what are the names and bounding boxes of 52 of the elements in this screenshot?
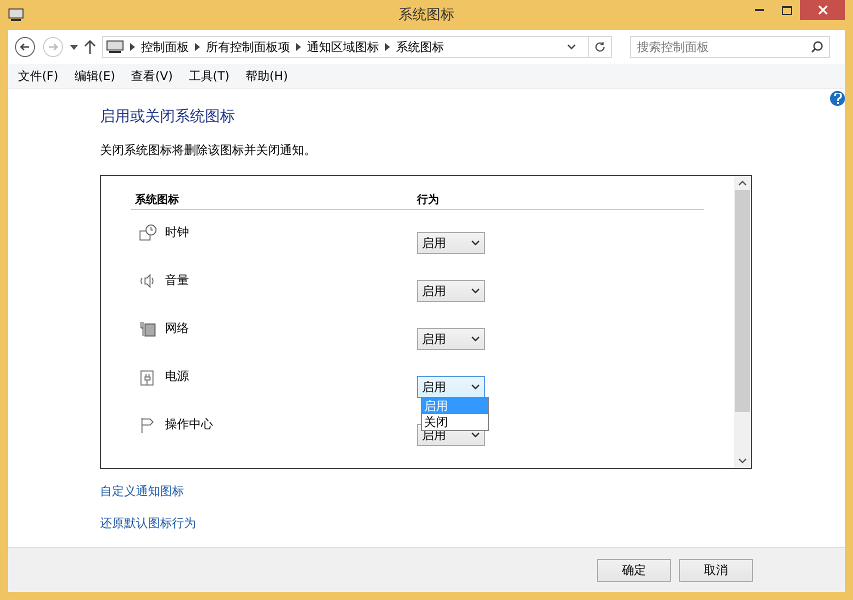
- network-icon: [139, 320, 157, 338]
- menu-item[interactable]: 帮助(H): [238, 68, 296, 84]
- column-header: 行为: [417, 192, 439, 207]
- chevron-icon: [471, 288, 480, 294]
- search-icon: [811, 41, 823, 53]
- link[interactable]: 还原默认图标行为: [100, 515, 845, 532]
- breadcrumb-item[interactable]: 控制面板: [141, 38, 189, 56]
- chevron-right-icon: [385, 43, 390, 51]
- menu-item[interactable]: 工具(T): [180, 68, 238, 84]
- icon-name: 时钟: [165, 224, 189, 241]
- help-icon[interactable]: [830, 91, 845, 106]
- computer-icon: [106, 40, 124, 54]
- chevron-icon: [471, 384, 480, 390]
- clock-icon: [139, 224, 157, 242]
- behavior-dropdown[interactable]: 启用: [417, 280, 485, 302]
- up-button[interactable]: [84, 40, 96, 54]
- menu-item[interactable]: 编辑(E): [66, 68, 124, 84]
- refresh-icon: [594, 41, 606, 53]
- search-field[interactable]: 搜索控制面板: [630, 36, 830, 58]
- chevron-right-icon: [195, 43, 200, 51]
- column-header: 系统图标: [135, 192, 180, 207]
- dialog-button[interactable]: 取消: [679, 558, 753, 582]
- close-button[interactable]: [800, 0, 845, 20]
- menu-item[interactable]: 查看(V): [123, 68, 181, 84]
- chevron-icon: [471, 336, 480, 342]
- breadcrumb-item[interactable]: 系统图标: [396, 38, 444, 56]
- icon-name: 电源: [165, 368, 189, 385]
- breadcrumb-item[interactable]: 所有控制面板项: [206, 38, 290, 56]
- icon-name: 操作中心: [165, 416, 213, 433]
- chevron-icon: [471, 240, 480, 246]
- maximize-icon: [782, 6, 792, 14]
- back-button[interactable]: [14, 36, 36, 58]
- description-text: 关闭系统图标将删除该图标并关闭通知。: [100, 142, 317, 159]
- behavior-dropdown[interactable]: 启用: [417, 376, 485, 398]
- behavior-dropdown[interactable]: 启用: [417, 328, 485, 350]
- page-heading: 启用或关闭系统图标: [100, 107, 236, 126]
- icon-name: 网络: [165, 320, 189, 337]
- breadcrumb-item[interactable]: 通知区域图标: [307, 38, 379, 56]
- link[interactable]: 自定义通知图标: [100, 483, 845, 500]
- window-title: 系统图标: [398, 6, 454, 24]
- close-icon: [818, 5, 828, 15]
- chevron-right-icon: [130, 43, 135, 51]
- scrollbar[interactable]: [734, 176, 751, 468]
- recent-dropdown-button[interactable]: [70, 44, 78, 50]
- dialog-button[interactable]: 确定: [597, 558, 671, 582]
- behavior-dropdown[interactable]: 启用: [417, 232, 485, 254]
- computer-icon: [8, 8, 24, 22]
- minimize-icon: [755, 9, 764, 11]
- chevron-right-icon: [296, 43, 301, 51]
- menu-item[interactable]: 文件(F): [10, 68, 66, 84]
- chevron-icon: [471, 432, 480, 438]
- icon-name: 音量: [165, 272, 189, 289]
